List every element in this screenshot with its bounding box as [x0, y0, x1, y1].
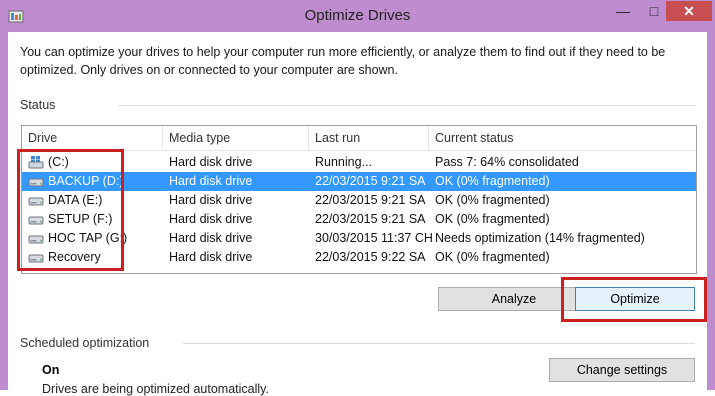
last-run-cell: 22/03/2015 9:21 SA: [315, 193, 426, 207]
title-bar[interactable]: Optimize Drives — □ ✕: [0, 0, 715, 32]
last-run-cell: 22/03/2015 9:22 SA: [315, 250, 426, 264]
column-header-current-status[interactable]: Current status: [429, 126, 696, 150]
media-type-cell: Hard disk drive: [169, 231, 253, 245]
list-header: Drive Media type Last run Current status: [22, 126, 696, 151]
drive-icon: [28, 254, 44, 263]
drive-icon: [28, 197, 44, 206]
drive-icon: [28, 235, 44, 244]
drive-icon: [28, 216, 44, 225]
drive-icon: [28, 178, 44, 187]
current-status-cell: OK (0% fragmented): [435, 193, 550, 207]
column-header-media-type[interactable]: Media type: [163, 126, 309, 150]
drive-name-cell: (C:): [48, 155, 69, 169]
media-type-cell: Hard disk drive: [169, 174, 253, 188]
optimize-drives-window: Optimize Drives — □ ✕ You can optimize y…: [0, 0, 715, 396]
last-run-cell: 22/03/2015 9:21 SA: [315, 174, 426, 188]
drive-name-cell: DATA (E:): [48, 193, 103, 207]
drive-row[interactable]: SETUP (F:) Hard disk drive 22/03/2015 9:21…: [22, 210, 696, 229]
drive-name-cell: HOC TAP (G:): [48, 231, 128, 245]
drive-name-cell: SETUP (F:): [48, 212, 113, 226]
drive-name-cell: BACKUP (D:): [48, 174, 124, 188]
current-status-cell: OK (0% fragmented): [435, 174, 550, 188]
maximize-button[interactable]: □: [642, 1, 666, 21]
minimize-button[interactable]: —: [604, 1, 642, 21]
column-header-drive[interactable]: Drive: [22, 126, 163, 150]
status-section-label: Status: [20, 98, 56, 112]
media-type-cell: Hard disk drive: [169, 250, 253, 264]
analyze-button[interactable]: Analyze: [438, 287, 590, 311]
drive-row[interactable]: DATA (E:) Hard disk drive 22/03/2015 9:21 …: [22, 191, 696, 210]
drive-row[interactable]: Recovery Hard disk drive 22/03/2015 9:22 S…: [22, 248, 696, 267]
last-run-cell: 30/03/2015 11:37 CH: [315, 231, 433, 245]
scheduled-detail: Drives are being optimized automatically…: [42, 382, 269, 396]
scheduled-state: On: [42, 363, 60, 377]
optimize-button[interactable]: Optimize: [575, 287, 695, 311]
change-settings-button[interactable]: Change settings: [549, 358, 695, 382]
drive-name-cell: Recovery: [48, 250, 101, 264]
current-status-cell: Needs optimization (14% fragmented): [435, 231, 645, 245]
drive-row[interactable]: HOC TAP (G:) Hard disk drive 30/03/2015 11…: [22, 229, 696, 248]
close-button[interactable]: ✕: [666, 1, 712, 21]
windows-drive-icon: [28, 156, 44, 169]
scheduled-section-label: Scheduled optimization: [20, 336, 150, 350]
status-divider: [118, 105, 695, 106]
intro-text: You can optimize your drives to help you…: [20, 45, 666, 77]
current-status-cell: Pass 7: 64% consolidated: [435, 155, 579, 169]
drive-row[interactable]: (C:) Hard disk drive Running... Pass 7: 64%…: [22, 153, 696, 172]
column-header-last-run[interactable]: Last run: [309, 126, 429, 150]
scheduled-divider: [183, 343, 695, 344]
current-status-cell: OK (0% fragmented): [435, 212, 550, 226]
drive-row[interactable]: BACKUP (D:) Hard disk drive 22/03/2015 9:2…: [22, 172, 696, 191]
media-type-cell: Hard disk drive: [169, 155, 253, 169]
last-run-cell: Running...: [315, 155, 372, 169]
drives-list[interactable]: Drive Media type Last run Current status…: [21, 125, 697, 274]
window-content: You can optimize your drives to help you…: [8, 32, 707, 396]
media-type-cell: Hard disk drive: [169, 212, 253, 226]
last-run-cell: 22/03/2015 9:21 SA: [315, 212, 426, 226]
media-type-cell: Hard disk drive: [169, 193, 253, 207]
current-status-cell: OK (0% fragmented): [435, 250, 550, 264]
